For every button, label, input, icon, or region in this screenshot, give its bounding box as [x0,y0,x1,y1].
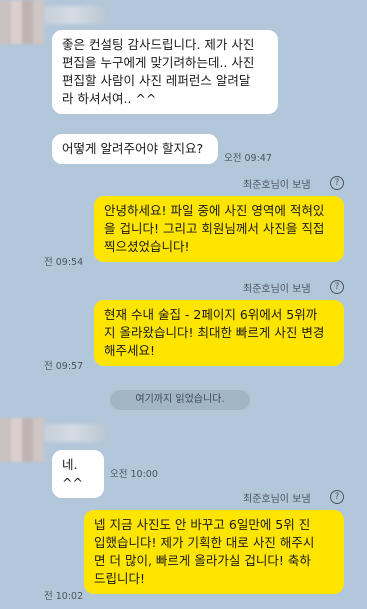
outgoing-message[interactable]: 안녕하세요! 파일 중에 사진 영역에 적혀있 을 겁니다! 그리고 회원님께서… [94,196,344,262]
help-icon[interactable]: ? [330,280,344,294]
incoming-message[interactable]: 좋은 컨설팅 감사드립니다. 제가 사진 편집을 누구에게 맞기려하는데.. 사… [52,30,278,114]
help-icon[interactable]: ? [330,176,344,190]
message-time: 전 09:54 [44,257,84,268]
incoming-message[interactable]: 어떻게 알려주어야 할지요? [52,134,218,164]
sender-label: 최준호님이 보냄 [243,494,311,505]
avatar[interactable] [0,418,44,462]
help-icon[interactable]: ? [330,490,344,504]
sender-label: 최준호님이 보냄 [243,284,311,295]
sender-label: 최준호님이 보냄 [243,180,311,191]
message-time: 전 09:57 [44,361,84,372]
message-time: 오전 09:47 [224,153,272,164]
avatar[interactable] [0,0,44,44]
read-marker: 여기까지 읽었습니다. [110,390,250,410]
incoming-message[interactable]: 네. ^^ [52,450,104,498]
outgoing-message[interactable]: 현재 수내 술집 - 2페이지 6위에서 5위까 지 올라왔습니다! 최대한 빠… [94,300,344,366]
sender-name-blurred [44,6,104,24]
outgoing-message[interactable]: 넵 지금 사진도 안 바꾸고 6일만에 5위 진 입했습니다! 제가 기획한 대… [84,510,344,594]
message-time: 전 10:02 [44,591,84,602]
message-time: 오전 10:00 [110,469,158,480]
sender-name-blurred [44,424,104,442]
